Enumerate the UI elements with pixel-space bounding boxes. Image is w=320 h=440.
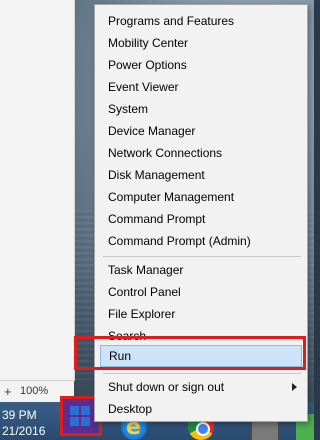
- menu-item-label: Mobility Center: [108, 36, 189, 50]
- clock-date: 21/2016: [2, 424, 46, 438]
- chevron-right-icon: [292, 383, 297, 391]
- menu-item-system[interactable]: System: [95, 98, 307, 120]
- background-app-window: [0, 0, 75, 381]
- menu-item-network-connections[interactable]: Network Connections: [95, 142, 307, 164]
- menu-item-label: Disk Management: [108, 168, 205, 182]
- menu-item-device-manager[interactable]: Device Manager: [95, 120, 307, 142]
- menu-item-label: Network Connections: [108, 146, 223, 160]
- menu-item-shut-down-or-sign-out[interactable]: Shut down or sign out: [95, 376, 307, 398]
- menu-item-label: Computer Management: [108, 190, 235, 204]
- menu-item-power-options[interactable]: Power Options: [95, 54, 307, 76]
- clock-time: 39 PM: [2, 408, 37, 422]
- menu-item-disk-management[interactable]: Disk Management: [95, 164, 307, 186]
- menu-separator: [103, 373, 301, 374]
- menu-item-label: Shut down or sign out: [108, 380, 225, 394]
- menu-item-mobility-center[interactable]: Mobility Center: [95, 32, 307, 54]
- menu-item-label: Task Manager: [108, 263, 184, 277]
- zoom-level: 100%: [20, 385, 49, 397]
- menu-item-label: Power Options: [108, 58, 187, 72]
- menu-item-programs-and-features[interactable]: Programs and Features: [95, 10, 307, 32]
- menu-item-label: Programs and Features: [108, 14, 235, 28]
- menu-item-label: Event Viewer: [108, 80, 179, 94]
- menu-separator: [103, 256, 301, 257]
- menu-item-label: Control Panel: [108, 285, 181, 299]
- menu-item-command-prompt-admin[interactable]: Command Prompt (Admin): [95, 230, 307, 252]
- menu-item-control-panel[interactable]: Control Panel: [95, 281, 307, 303]
- menu-item-label: Device Manager: [108, 124, 196, 138]
- menu-item-task-manager[interactable]: Task Manager: [95, 259, 307, 281]
- menu-item-label: Command Prompt: [108, 212, 206, 226]
- run-highlight: [74, 336, 306, 370]
- zoom-in-icon[interactable]: +: [4, 384, 12, 399]
- menu-item-label: Desktop: [108, 402, 153, 416]
- menu-item-event-viewer[interactable]: Event Viewer: [95, 76, 307, 98]
- menu-item-computer-management[interactable]: Computer Management: [95, 186, 307, 208]
- menu-item-label: System: [108, 102, 149, 116]
- menu-item-desktop[interactable]: Desktop: [95, 398, 307, 420]
- taskbar-clock[interactable]: 39 PM 21/2016: [0, 402, 60, 440]
- menu-item-label: Command Prompt (Admin): [108, 234, 251, 248]
- menu-item-file-explorer[interactable]: File Explorer: [95, 303, 307, 325]
- menu-item-label: File Explorer: [108, 307, 176, 321]
- menu-item-command-prompt[interactable]: Command Prompt: [95, 208, 307, 230]
